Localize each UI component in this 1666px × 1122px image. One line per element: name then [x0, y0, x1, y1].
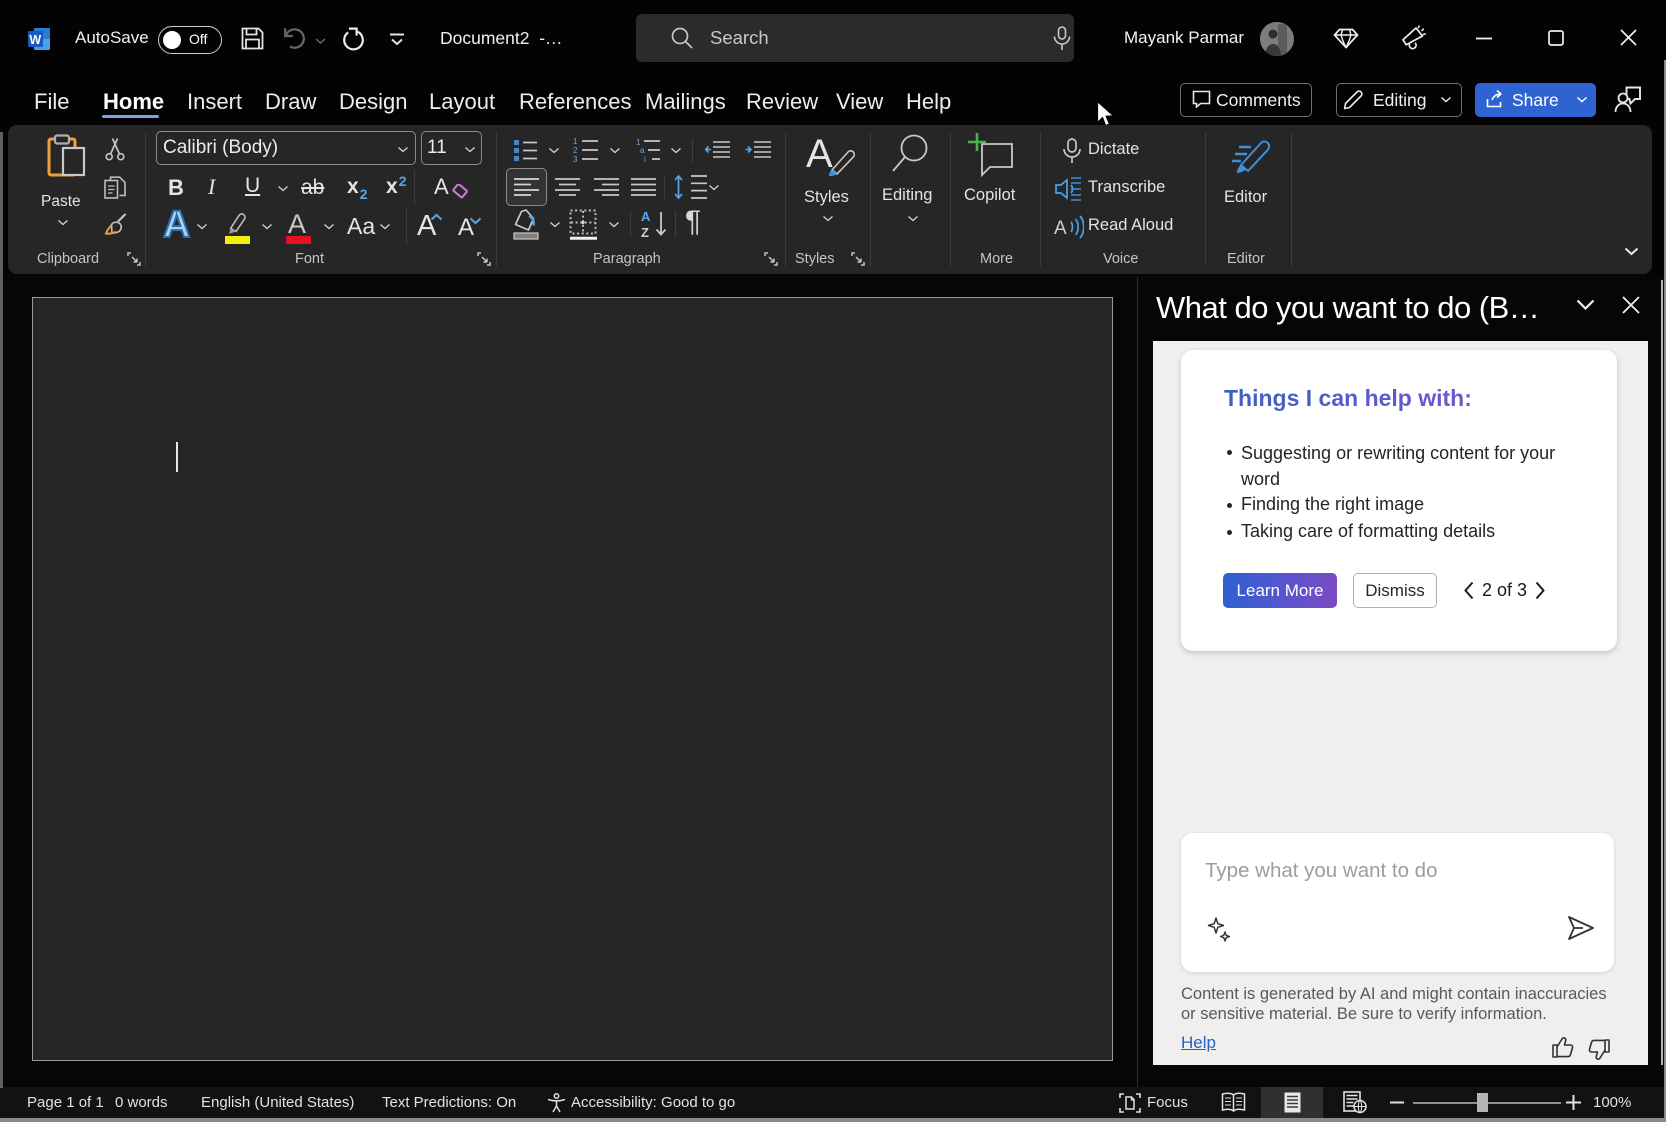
svg-text:Z: Z: [641, 225, 649, 239]
svg-text:3: 3: [573, 155, 578, 163]
svg-text:a: a: [640, 146, 645, 155]
svg-text:2: 2: [573, 146, 578, 155]
svg-text:A: A: [641, 209, 651, 224]
svg-text:1: 1: [573, 137, 578, 146]
svg-text:A: A: [1054, 218, 1067, 239]
svg-text:i: i: [644, 155, 646, 163]
svg-text:W: W: [29, 33, 41, 47]
